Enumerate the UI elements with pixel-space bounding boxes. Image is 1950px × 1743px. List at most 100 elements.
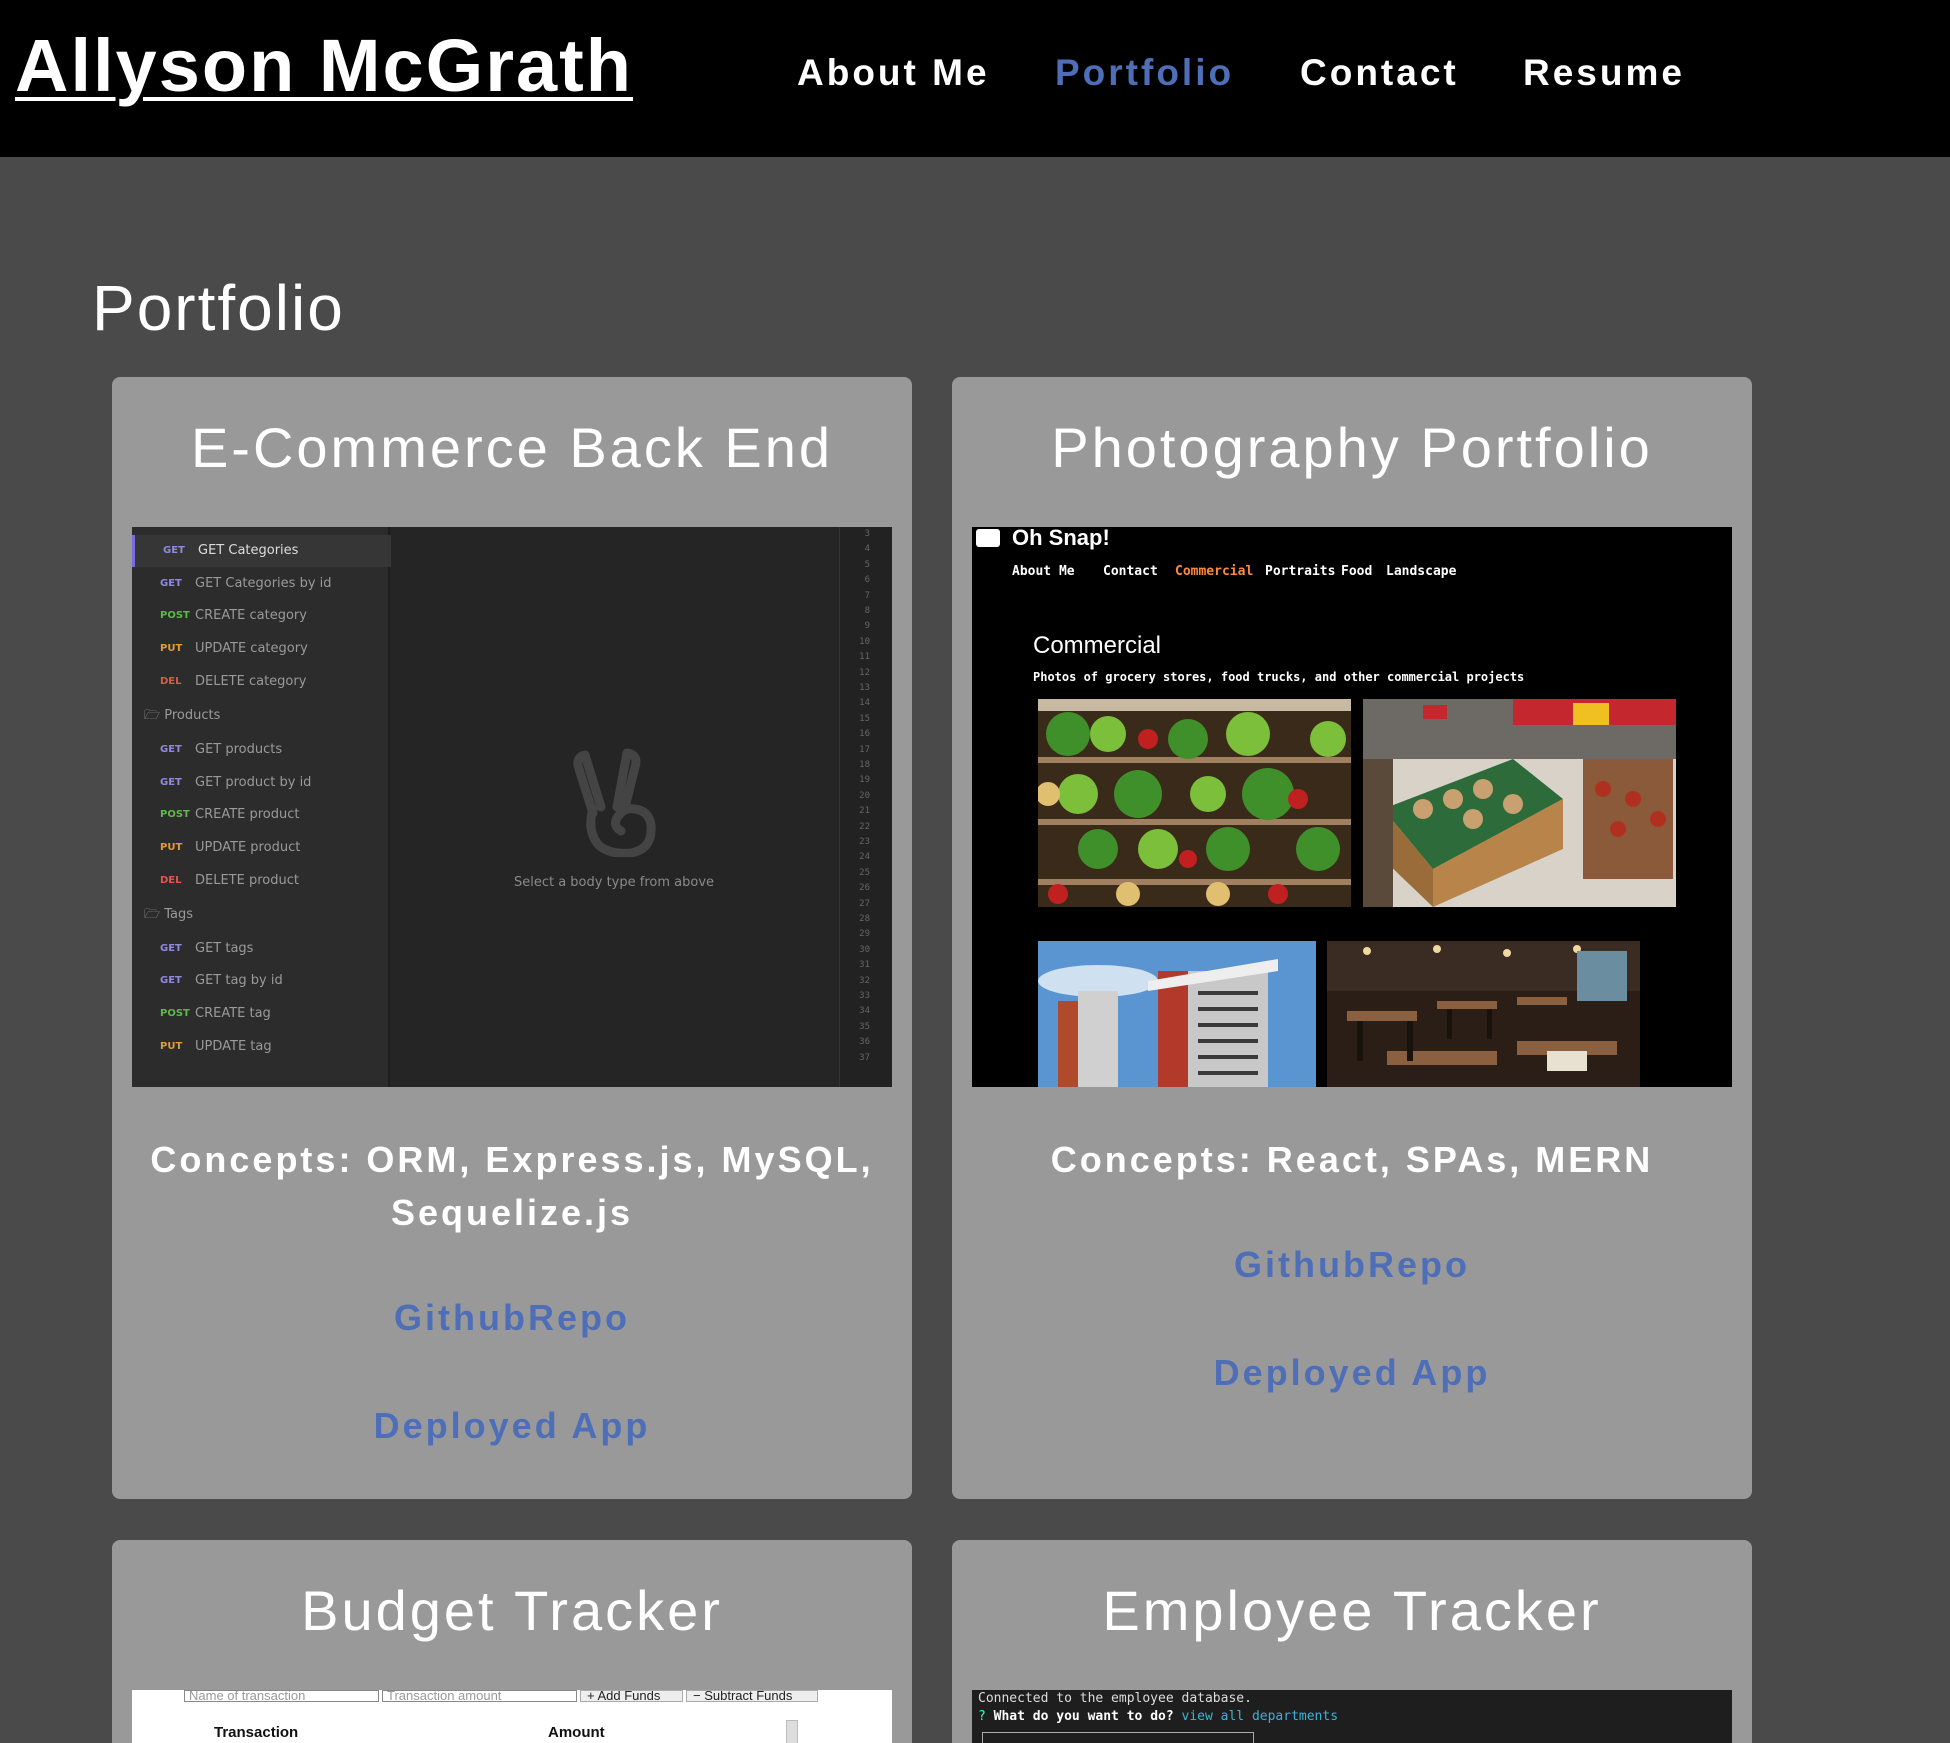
project-title: Budget Tracker (301, 1579, 723, 1642)
request-row: GET GET tags (132, 933, 388, 965)
folder-label: 🗁 Tags (144, 906, 194, 922)
line-number: 4 (864, 544, 870, 555)
line-number: 3 (864, 529, 870, 539)
add-funds-button: + Add Funds (580, 1690, 683, 1702)
line-number: 31 (859, 960, 870, 971)
screenshot-subheading: Photos of grocery stores, food trucks, a… (1033, 670, 1525, 684)
request-name: GET Categories by id (195, 575, 332, 591)
request-row: DEL DELETE product (132, 865, 388, 897)
request-method: GET (163, 545, 185, 556)
project-screenshot[interactable]: Name of transaction Transaction amount +… (132, 1690, 892, 1743)
line-number: 33 (859, 991, 870, 1001)
line-number: 14 (859, 698, 870, 709)
request-name: GET product by id (195, 774, 312, 790)
line-number: 11 (859, 652, 870, 663)
page-title: Portfolio (92, 272, 345, 344)
line-number: 23 (859, 837, 870, 847)
line-number: 7 (864, 590, 870, 601)
request-method: POST (160, 610, 190, 622)
request-name: UPDATE product (195, 839, 301, 855)
line-number: 9 (864, 621, 870, 632)
request-row: POST CREATE product (132, 799, 388, 831)
screenshot-heading: Commercial (1033, 632, 1162, 659)
screenshot-nav-item: Food (1341, 564, 1373, 579)
request-name: DELETE product (195, 872, 299, 888)
project-card-ecommerce: E-Commerce Back End GET GET Categories GET… (112, 377, 912, 1499)
transaction-amount-input: Transaction amount (382, 1690, 577, 1702)
amount-column-header: Amount (548, 1724, 605, 1741)
terminal-line: Connected to the employee database. (978, 1691, 1252, 1706)
line-number: 18 (859, 760, 870, 770)
line-number: 34 (859, 1006, 870, 1017)
folder-label: 🗁 Products (144, 707, 221, 723)
folder-row: 🗁 Products (132, 700, 388, 732)
request-row: PUT UPDATE tag (132, 1031, 388, 1063)
produce-shelf-photo (1038, 699, 1351, 907)
subtract-funds-button: − Subtract Funds (686, 1690, 818, 1702)
request-row: PUT UPDATE category (132, 633, 388, 665)
site-header: Allyson McGrath About Me Portfolio Conta… (0, 0, 1950, 157)
request-method: DEL (160, 675, 182, 687)
transaction-name-input: Name of transaction (184, 1690, 379, 1702)
project-screenshot[interactable]: Connected to the employee database. ? Wh… (972, 1690, 1732, 1743)
line-number: 27 (859, 898, 870, 909)
request-method: POST (160, 1008, 190, 1019)
request-name: GET products (195, 741, 283, 757)
request-name: GET tag by id (195, 973, 283, 989)
screenshot-nav-item: Commercial (1175, 564, 1254, 579)
request-row: GET GET Categories (132, 535, 391, 567)
project-title: Employee Tracker (1102, 1579, 1602, 1642)
project-screenshot[interactable]: GET GET Categories GET GET Categories by id… (132, 527, 892, 1087)
line-number: 16 (859, 729, 870, 740)
screenshot-logo: Oh Snap! (1012, 527, 1110, 550)
line-number: 25 (859, 867, 870, 878)
project-card-budget-tracker: Budget Tracker Name of transaction Trans… (112, 1540, 912, 1743)
request-method: GET (160, 776, 182, 788)
project-title: Photography Portfolio (1051, 416, 1653, 479)
line-number: 20 (859, 790, 870, 801)
line-number: 36 (859, 1037, 870, 1048)
line-number-gutter: 3 4 5 6 7 8 9 10 11 12 13 14 15 16 17 18 19 20 21 22 23 24 25 2… (839, 527, 892, 1087)
body-type-hint: Select a body type from above (513, 875, 715, 890)
terminal-table-border (982, 1732, 1254, 1743)
request-row: POST CREATE category (132, 600, 388, 632)
request-method: PUT (160, 643, 183, 655)
request-name: CREATE product (195, 807, 300, 823)
nav-resume[interactable]: Resume (1523, 48, 1685, 98)
prompt-mark: ? (978, 1709, 986, 1724)
request-method: GET (160, 942, 182, 954)
project-screenshot[interactable]: Oh Snap! About Me Contact Commercial Por… (972, 527, 1732, 1087)
grocery-aisle-photo (1363, 699, 1676, 907)
request-row: POST CREATE tag (132, 998, 388, 1030)
request-name: DELETE category (195, 673, 307, 689)
nav-about-me[interactable]: About Me (797, 48, 990, 98)
request-row: DEL DELETE category (132, 666, 388, 698)
line-number: 37 (859, 1052, 870, 1063)
request-method: DEL (160, 874, 182, 886)
screenshot-nav-item: Portraits (1265, 564, 1336, 579)
request-method: PUT (160, 841, 183, 853)
github-repo-link[interactable]: GithubRepo (952, 1243, 1752, 1287)
deployed-app-link[interactable]: Deployed App (952, 1351, 1752, 1395)
line-number: 21 (859, 806, 870, 817)
deployed-app-link[interactable]: Deployed App (112, 1404, 912, 1448)
line-number: 6 (864, 575, 870, 586)
request-name: GET Categories (198, 543, 299, 558)
line-number: 19 (859, 775, 870, 786)
line-number: 13 (859, 683, 870, 693)
site-name-link[interactable]: Allyson McGrath (15, 22, 633, 110)
project-concepts: Concepts: React, SPAs, MERN (1050, 1139, 1654, 1180)
transaction-column-header: Transaction (214, 1724, 299, 1741)
line-number: 30 (859, 944, 870, 955)
screenshot-nav-item: About Me (1012, 564, 1075, 579)
project-title: E-Commerce Back End (190, 416, 834, 479)
request-row: PUT UPDATE product (132, 832, 388, 864)
line-number: 12 (859, 667, 870, 678)
request-method: PUT (160, 1040, 183, 1052)
project-concepts: Concepts: ORM, Express.js, MySQL, Sequel… (150, 1139, 874, 1233)
nav-portfolio[interactable]: Portfolio (1055, 48, 1234, 98)
request-name: UPDATE category (195, 641, 308, 657)
github-repo-link[interactable]: GithubRepo (112, 1296, 912, 1340)
line-number: 24 (859, 852, 870, 863)
nav-contact[interactable]: Contact (1300, 48, 1459, 98)
